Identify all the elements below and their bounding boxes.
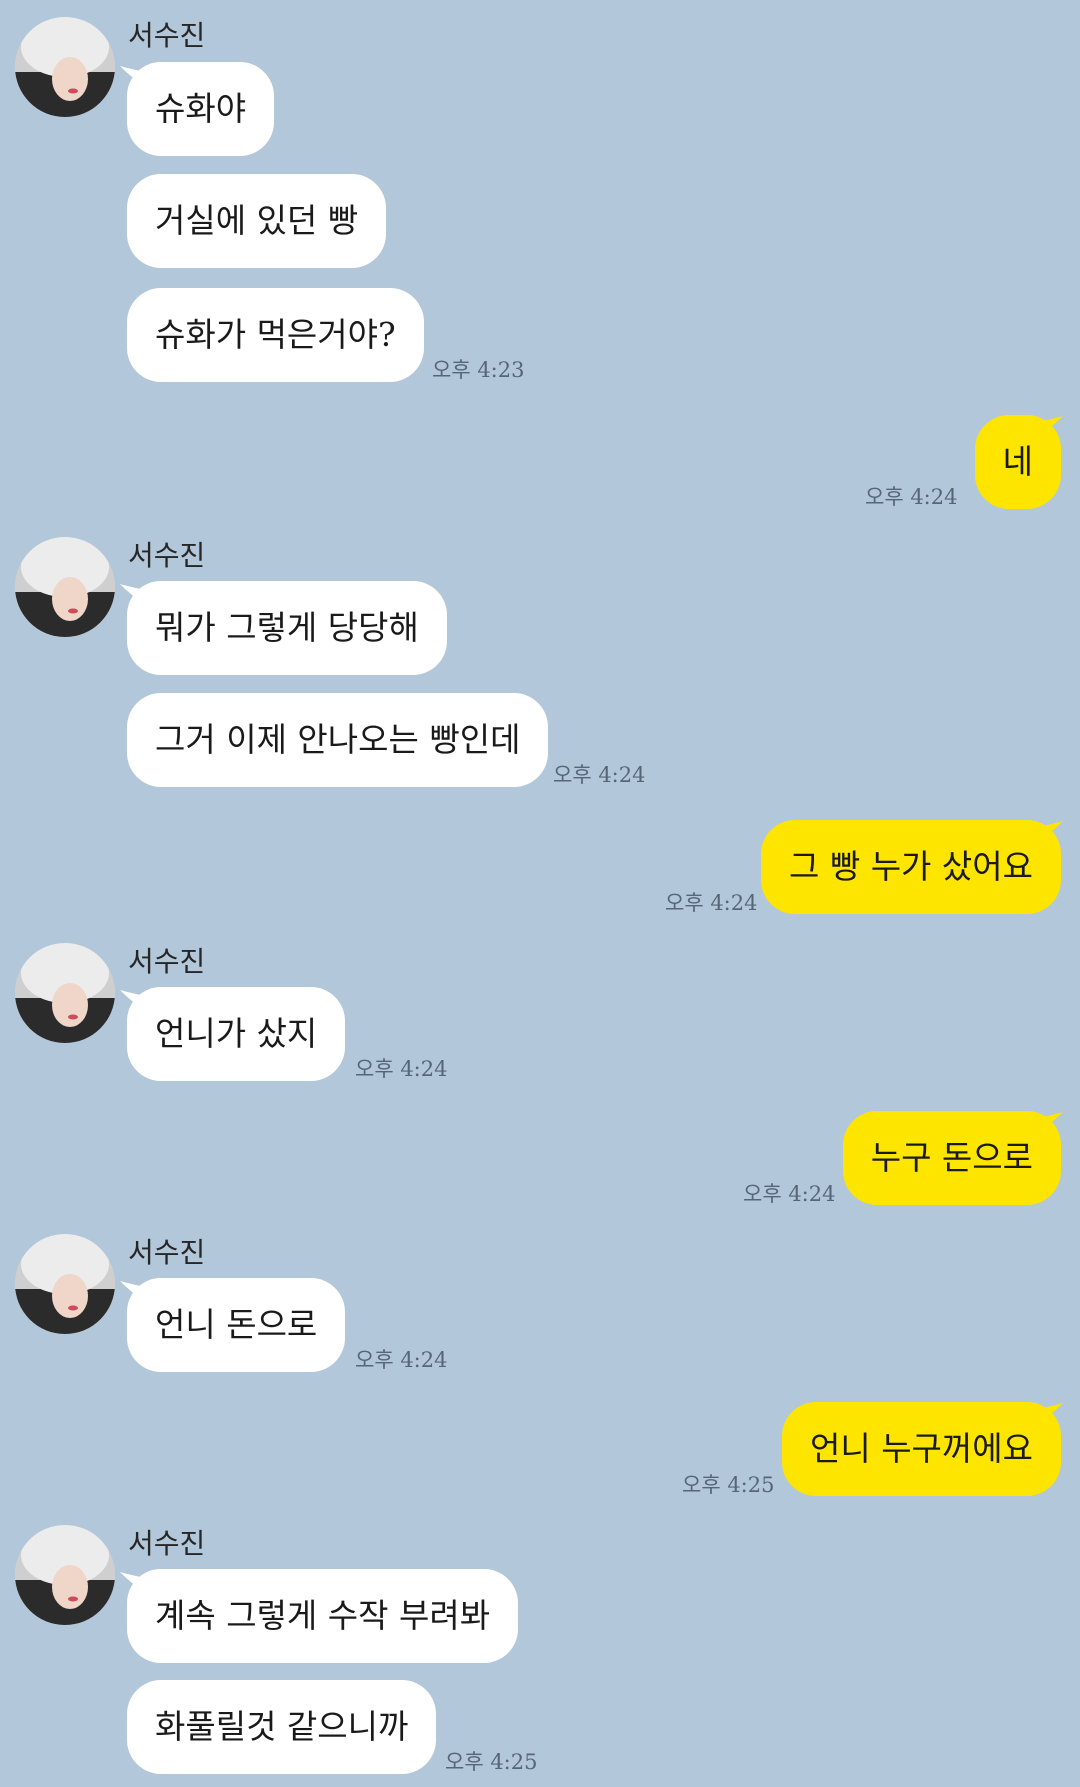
message-bubble[interactable]: 슈화야 [127, 62, 275, 156]
message-bubble[interactable]: 계속 그렇게 수작 부려봐 [127, 1569, 519, 1663]
chat-room[interactable]: 서수진 슈화야 거실에 있던 빵 슈화가 먹은거야? 오후 4:23 네 오후 … [0, 0, 1080, 1787]
profile-photo-icon [15, 1525, 115, 1625]
message-time: 오후 4:24 [553, 763, 646, 787]
message-bubble[interactable]: 언니가 샀지 [127, 987, 346, 1081]
message-time: 오후 4:25 [445, 1750, 538, 1774]
profile-photo-icon [15, 1234, 115, 1334]
profile-photo-icon [15, 17, 115, 117]
message-bubble[interactable]: 거실에 있던 빵 [127, 174, 387, 268]
message-bubble[interactable]: 화풀릴것 같으니까 [127, 1680, 437, 1774]
sender-name: 서수진 [128, 19, 206, 52]
message-bubble[interactable]: 언니 누구꺼에요 [781, 1402, 1061, 1496]
profile-photo-icon [15, 537, 115, 637]
message-time: 오후 4:24 [355, 1348, 448, 1372]
avatar[interactable] [15, 1234, 115, 1334]
message-time: 오후 4:24 [743, 1182, 836, 1206]
message-bubble[interactable]: 언니 돈으로 [127, 1278, 346, 1372]
sender-name: 서수진 [128, 539, 206, 572]
message-bubble[interactable]: 그거 이제 안나오는 빵인데 [127, 693, 549, 787]
avatar[interactable] [15, 537, 115, 637]
message-bubble[interactable]: 누구 돈으로 [842, 1111, 1061, 1205]
message-time: 오후 4:24 [665, 891, 758, 915]
message-time: 오후 4:25 [682, 1473, 775, 1497]
avatar[interactable] [15, 1525, 115, 1625]
profile-photo-icon [15, 943, 115, 1043]
message-bubble[interactable]: 네 [974, 415, 1061, 509]
message-bubble[interactable]: 뭐가 그렇게 당당해 [127, 581, 447, 675]
avatar[interactable] [15, 17, 115, 117]
sender-name: 서수진 [128, 945, 206, 978]
sender-name: 서수진 [128, 1236, 206, 1269]
avatar[interactable] [15, 943, 115, 1043]
message-bubble[interactable]: 그 빵 누가 샀어요 [761, 820, 1061, 914]
message-bubble[interactable]: 슈화가 먹은거야? [127, 288, 424, 382]
message-time: 오후 4:24 [355, 1057, 448, 1081]
sender-name: 서수진 [128, 1527, 206, 1560]
message-time: 오후 4:23 [432, 358, 525, 382]
message-time: 오후 4:24 [865, 485, 958, 509]
